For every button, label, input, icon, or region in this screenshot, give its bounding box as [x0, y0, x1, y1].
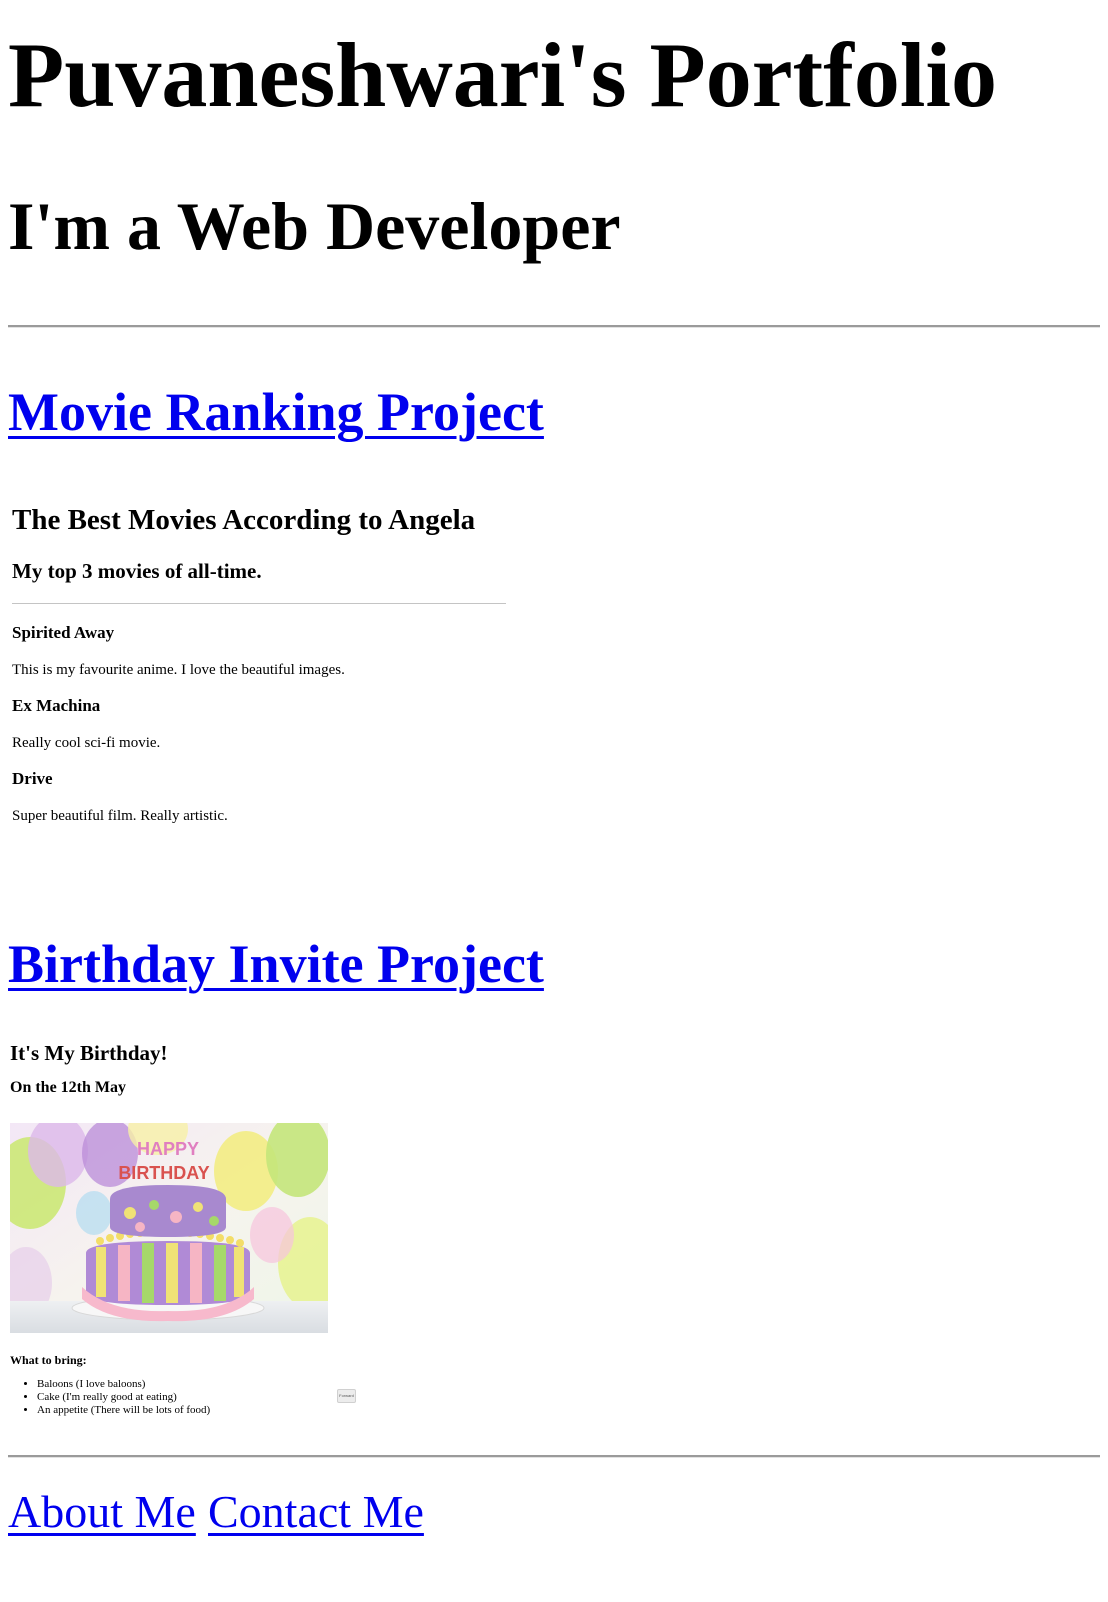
movie-description: Really cool sci-fi movie.: [12, 735, 161, 751]
list-item: Baloons (I love baloons): [37, 1378, 210, 1391]
movie-title: Drive: [12, 769, 53, 788]
movie-description: This is my favourite anime. I love the b…: [12, 662, 345, 678]
what-to-bring-list: Baloons (I love baloons) Cake (I'm reall…: [10, 1378, 210, 1417]
birthday-invite-project-link[interactable]: Birthday Invite Project: [8, 932, 544, 996]
list-item: Cake (I'm really good at eating): [37, 1391, 210, 1404]
movie-divider: [12, 603, 506, 604]
movie-heading: The Best Movies According to Angela: [12, 504, 476, 536]
footer-divider: [8, 1455, 1100, 1458]
movie-ranking-frame: The Best Movies According to Angela My t…: [8, 495, 528, 855]
movie-title: Ex Machina: [12, 696, 101, 715]
movie-ranking-project-link[interactable]: Movie Ranking Project: [8, 380, 544, 444]
birthday-date: On the 12th May: [10, 1079, 126, 1096]
contact-me-link[interactable]: Contact Me: [208, 1484, 424, 1540]
page-title: Puvaneshwari's Portfolio: [8, 24, 997, 126]
birthday-heading: It's My Birthday!: [10, 1041, 168, 1065]
list-item: An appetite (There will be lots of food): [37, 1404, 210, 1417]
about-me-link[interactable]: About Me: [8, 1484, 196, 1540]
cake-happy-text: HAPPY: [137, 1139, 199, 1159]
movie-title: Spirited Away: [12, 623, 115, 642]
page-subtitle: I'm a Web Developer: [8, 188, 621, 264]
cake-birthday-text: BIRTHDAY: [118, 1163, 209, 1183]
birthday-cake-image: HAPPY BIRTHDAY: [10, 1123, 328, 1333]
birthday-invite-frame: It's My Birthday! On the 12th May HAPPY …: [8, 1040, 368, 1420]
movie-subheading: My top 3 movies of all-time.: [12, 559, 262, 583]
portfolio-page: Puvaneshwari's Portfolio I'm a Web Devel…: [0, 0, 1108, 1602]
what-to-bring-label: What to bring:: [10, 1353, 87, 1367]
section-divider: [8, 325, 1100, 328]
forward-button[interactable]: Forward: [337, 1389, 356, 1403]
movie-description: Super beautiful film. Really artistic.: [12, 808, 228, 824]
